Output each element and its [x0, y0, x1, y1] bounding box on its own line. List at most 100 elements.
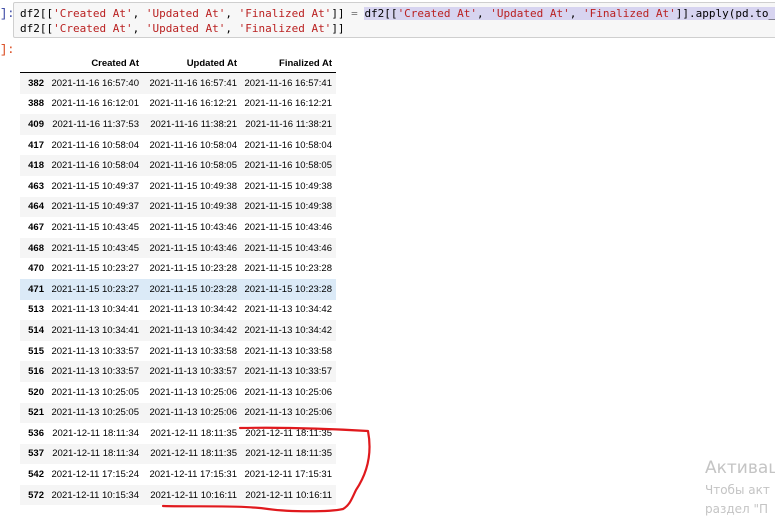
cell-created-at: 2021-12-11 17:15:24: [51, 469, 139, 481]
cell-updated-at: 2021-11-15 10:43:46: [149, 242, 237, 254]
cell-finalized-at: 2021-12-11 18:11:35: [245, 448, 332, 460]
row-index: 572: [28, 489, 44, 501]
table-row: 516 2021-11-13 10:33:57 2021-11-13 10:33:5…: [20, 361, 336, 382]
notebook-page: ]: df2[['Created At', 'Updated At', 'Fin…: [0, 0, 775, 518]
table-row: 515 2021-11-13 10:33:57 2021-11-13 10:33:5…: [20, 340, 336, 362]
row-index: 467: [28, 221, 44, 233]
cell-updated-at: 2021-11-16 16:57:41: [149, 77, 237, 89]
cell-updated-at: 2021-12-11 17:15:31: [149, 469, 237, 481]
cell-updated-at: 2021-11-16 11:38:21: [150, 118, 237, 130]
cell-finalized-at: 2021-11-16 10:58:04: [244, 139, 332, 151]
cell-updated-at: 2021-11-13 10:34:42: [149, 304, 237, 316]
table-row: 536 2021-12-11 18:11:34 2021-12-11 18:11:3…: [20, 423, 336, 444]
table-row: 471 2021-11-15 10:23:27 2021-11-15 10:23:2…: [20, 278, 336, 300]
cell-finalized-at: 2021-12-11 10:16:11: [245, 489, 332, 501]
cell-finalized-at: 2021-11-16 16:12:21: [244, 98, 332, 110]
table-row: 463 2021-11-15 10:49:37 2021-11-15 10:49:3…: [20, 175, 336, 197]
dataframe-header: Created At Updated At Finalized At: [20, 55, 336, 73]
row-index: 542: [28, 469, 44, 481]
table-row: 468 2021-11-15 10:43:45 2021-11-15 10:43:4…: [20, 237, 336, 259]
code-string: 'Updated At': [145, 7, 226, 20]
code-token: ,: [132, 7, 146, 20]
cell-updated-at: 2021-11-13 10:33:57: [149, 366, 237, 378]
code-cell-editor[interactable]: df2[['Created At', 'Updated At', 'Finali…: [13, 2, 775, 38]
output-prompt: ]:: [0, 43, 15, 57]
cell-updated-at: 2021-11-13 10:25:06: [149, 407, 237, 419]
code-line-1[interactable]: df2[['Created At', 'Updated At', 'Finali…: [20, 7, 775, 20]
code-token: ,: [569, 7, 584, 20]
cell-finalized-at: 2021-11-13 10:25:06: [244, 386, 332, 398]
code-string: 'Updated At': [490, 7, 570, 20]
cell-updated-at: 2021-11-13 10:25:06: [149, 386, 237, 398]
cell-updated-at: 2021-12-11 10:16:11: [150, 489, 237, 501]
code-string: 'Created At': [53, 22, 133, 35]
row-index: 521: [28, 407, 44, 419]
row-index: 537: [28, 448, 44, 460]
activation-watermark-line: Чтобы акт: [705, 483, 770, 497]
cell-created-at: 2021-11-16 16:57:40: [51, 77, 139, 89]
table-row: 464 2021-11-15 10:49:37 2021-11-15 10:49:3…: [20, 196, 336, 218]
cell-created-at: 2021-11-13 10:33:57: [51, 345, 139, 357]
row-index: 468: [28, 242, 44, 254]
code-token: ,: [132, 22, 146, 35]
table-row: 514 2021-11-13 10:34:41 2021-11-13 10:34:4…: [20, 320, 336, 341]
dataframe-body: 382 2021-11-16 16:57:40 2021-11-16 16:57:4…: [20, 72, 336, 506]
activation-watermark-title: Активац: [705, 458, 775, 478]
cell-finalized-at: 2021-11-15 10:43:46: [244, 221, 332, 233]
cell-finalized-at: 2021-11-15 10:23:28: [244, 263, 332, 275]
table-row: 470 2021-11-15 10:23:27 2021-11-15 10:23:2…: [20, 258, 336, 279]
cell-updated-at: 2021-11-15 10:49:38: [149, 180, 237, 192]
table-row: 537 2021-12-11 18:11:34 2021-12-11 18:11:3…: [20, 443, 336, 465]
cell-created-at: 2021-12-11 18:11:34: [52, 427, 139, 439]
cell-created-at: 2021-11-13 10:33:57: [51, 366, 139, 378]
cell-created-at: 2021-11-15 10:43:45: [51, 221, 139, 233]
row-index: 516: [28, 366, 44, 378]
cell-created-at: 2021-11-16 10:58:04: [51, 139, 139, 151]
cell-finalized-at: 2021-11-15 10:49:38: [244, 201, 332, 213]
cell-updated-at: 2021-11-13 10:33:58: [149, 345, 237, 357]
cell-finalized-at: 2021-11-16 11:38:21: [245, 118, 332, 130]
row-index: 464: [28, 201, 44, 213]
cell-finalized-at: 2021-11-13 10:25:06: [244, 407, 332, 419]
table-row: 418 2021-11-16 10:58:04 2021-11-16 10:58:0…: [20, 155, 336, 176]
row-index: 515: [28, 345, 44, 357]
cell-updated-at: 2021-11-15 10:43:46: [149, 221, 237, 233]
cell-finalized-at: 2021-11-13 10:33:58: [244, 345, 332, 357]
header-row: Created At Updated At Finalized At: [20, 55, 336, 73]
cell-finalized-at: 2021-11-16 10:58:05: [244, 160, 332, 172]
column-header-updated: Updated At: [143, 55, 241, 73]
cell-finalized-at: 2021-11-15 10:43:46: [244, 242, 332, 254]
code-token: ]]: [331, 7, 345, 20]
code-token: df2[[: [364, 7, 398, 20]
row-index: 409: [28, 118, 44, 130]
table-row: 382 2021-11-16 16:57:40 2021-11-16 16:57:4…: [20, 72, 336, 94]
cell-finalized-at: 2021-11-13 10:33:57: [244, 366, 332, 378]
table-row: 513 2021-11-13 10:34:41 2021-11-13 10:34:4…: [20, 299, 336, 321]
code-string: 'Finalized At': [238, 22, 332, 35]
cell-updated-at: 2021-11-16 16:12:21: [149, 98, 237, 110]
table-row: 520 2021-11-13 10:25:05 2021-11-13 10:25:0…: [20, 381, 336, 403]
cell-created-at: 2021-11-16 10:58:04: [51, 160, 139, 172]
activation-watermark-line: раздел "П: [705, 502, 769, 516]
cell-updated-at: 2021-11-15 10:49:38: [149, 201, 237, 213]
code-string: 'Created At': [397, 7, 478, 20]
cell-updated-at: 2021-12-11 18:11:35: [150, 448, 237, 460]
row-index: 382: [28, 77, 44, 89]
code-token: ,: [225, 22, 239, 35]
cell-created-at: 2021-11-15 10:43:45: [51, 242, 139, 254]
row-index: 470: [28, 263, 44, 275]
row-index: 388: [28, 98, 44, 110]
cell-finalized-at: 2021-11-15 10:23:28: [244, 283, 332, 295]
code-line-2[interactable]: df2[['Created At', 'Updated At', 'Finali…: [20, 22, 345, 35]
code-token: df2[[: [20, 7, 54, 20]
cell-finalized-at: 2021-12-11 18:11:35: [245, 427, 332, 439]
table-row: 417 2021-11-16 10:58:04 2021-11-16 10:58:0…: [20, 134, 336, 156]
table-row: 388 2021-11-16 16:12:01 2021-11-16 16:12:2…: [20, 93, 336, 115]
code-string: 'Updated At': [145, 22, 226, 35]
row-index: 463: [28, 180, 44, 192]
code-string: 'Finalized At': [238, 7, 332, 20]
table-row: 542 2021-12-11 17:15:24 2021-12-11 17:15:3…: [20, 464, 336, 485]
code-token: ,: [477, 7, 491, 20]
code-token: ]]: [331, 22, 345, 35]
row-index: 513: [28, 304, 44, 316]
